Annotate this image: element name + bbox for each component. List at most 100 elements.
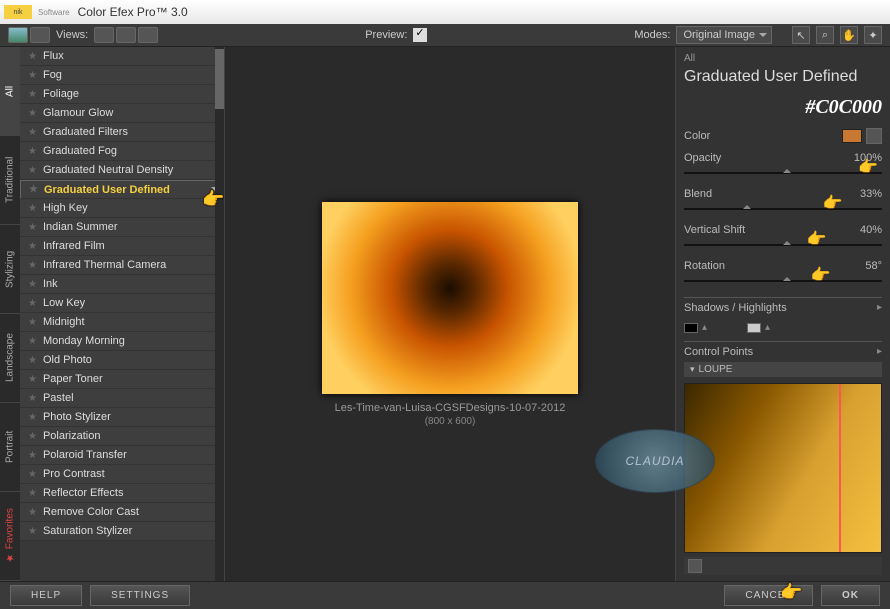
highlight-swatch[interactable] (747, 323, 761, 333)
loupe-pin-icon[interactable] (688, 559, 702, 573)
param-slider[interactable]: 👉 (684, 167, 882, 179)
filter-item[interactable]: ★Foliage (20, 85, 224, 104)
star-icon[interactable]: ★ (28, 355, 37, 366)
star-icon[interactable]: ★ (28, 393, 37, 404)
filter-item[interactable]: ★ Graduated Fog (20, 142, 224, 161)
filter-label: Infrared Film (43, 240, 105, 252)
filter-item[interactable]: ★ Midnight (20, 313, 224, 332)
filter-item[interactable]: ★ Remove Color Cast (20, 503, 224, 522)
category-tab-stylizing[interactable]: Stylizing (0, 225, 20, 314)
filter-item[interactable]: ★Pastel (20, 389, 224, 408)
filter-label: Remove Color Cast (43, 506, 139, 518)
filter-item[interactable]: ★Old Photo (20, 351, 224, 370)
filter-item[interactable]: ★Indian Summer (20, 218, 224, 237)
star-icon[interactable]: ★ (28, 450, 37, 461)
star-icon[interactable]: ★ (28, 279, 37, 290)
view-thumb-icon[interactable] (8, 27, 28, 43)
view-list-icon[interactable] (30, 27, 50, 43)
star-icon[interactable]: ★ (28, 507, 37, 518)
star-icon[interactable]: ★ (28, 203, 37, 214)
layout-side-icon[interactable] (138, 27, 158, 43)
star-icon[interactable]: ★ (28, 222, 37, 233)
filter-item[interactable]: ★Infrared Thermal Camera (20, 256, 224, 275)
filter-label: Ink (43, 278, 58, 290)
star-icon[interactable]: ★ (28, 260, 37, 271)
arrow-tool-icon[interactable]: ↖ (792, 26, 810, 44)
star-icon[interactable]: ★ (28, 51, 37, 62)
layout-split-icon[interactable] (116, 27, 136, 43)
filter-item[interactable]: ★ Infrared Film (20, 237, 224, 256)
filter-label: Polaroid Transfer (43, 449, 127, 461)
param-value: 40% (860, 224, 882, 236)
filter-item[interactable]: ★ Ink (20, 275, 224, 294)
filter-label: Flux (43, 50, 64, 62)
light-tool-icon[interactable]: ✦ (864, 26, 882, 44)
eyedropper-icon[interactable] (866, 128, 882, 144)
filter-label: Graduated Neutral Density (43, 164, 173, 176)
filter-scrollbar[interactable] (215, 47, 224, 581)
ok-button[interactable]: OK (821, 585, 880, 606)
category-tab-landscape[interactable]: Landscape (0, 314, 20, 403)
star-icon[interactable]: ★ (28, 488, 37, 499)
filter-item[interactable]: ★Pro Contrast (20, 465, 224, 484)
filter-item[interactable]: ★ Flux (20, 47, 224, 66)
filter-item[interactable]: ★Fog (20, 66, 224, 85)
shadow-swatch[interactable] (684, 323, 698, 333)
filter-label: Midnight (43, 316, 85, 328)
filter-label: Photo Stylizer (43, 411, 111, 423)
layout-single-icon[interactable] (94, 27, 114, 43)
filter-item[interactable]: ★Paper Toner (20, 370, 224, 389)
filter-item[interactable]: ★ Polaroid Transfer (20, 446, 224, 465)
star-icon[interactable]: ★ (28, 431, 37, 442)
pointer-slider-icon: 👉 (858, 161, 880, 177)
filter-label: Graduated Fog (43, 145, 117, 157)
expand-icon[interactable]: ▸ (877, 346, 882, 358)
filter-item[interactable]: ★ Reflector Effects (20, 484, 224, 503)
filter-label: Reflector Effects (43, 487, 124, 499)
pan-tool-icon[interactable]: ✋ (840, 26, 858, 44)
star-icon[interactable]: ★ (28, 241, 37, 252)
star-icon[interactable]: ★ (28, 469, 37, 480)
expand-icon[interactable]: ▸ (877, 302, 882, 314)
star-icon[interactable]: ★ (28, 374, 37, 385)
filter-label: High Key (43, 202, 88, 214)
param-slider[interactable]: 👉 (684, 239, 882, 251)
filter-item[interactable]: ★ High Key (20, 199, 224, 218)
shadows-label: Shadows / Highlights (684, 302, 787, 314)
pointer-slider-icon: 👉 (823, 197, 845, 213)
filter-item[interactable]: ★Saturation Stylizer (20, 522, 224, 541)
cancel-button[interactable]: CANCEL (724, 585, 813, 606)
category-tab-traditional[interactable]: Traditional (0, 136, 20, 225)
category-tab-favorites[interactable]: ★ Favorites (0, 492, 20, 581)
preview-checkbox[interactable] (413, 28, 427, 42)
category-tab-portrait[interactable]: Portrait (0, 403, 20, 492)
star-icon[interactable]: ★ (28, 336, 37, 347)
filter-item[interactable]: ★Low Key (20, 294, 224, 313)
star-icon[interactable]: ★ (28, 108, 37, 119)
filter-item[interactable]: ★Glamour Glow (20, 104, 224, 123)
param-slider[interactable]: 👉 (684, 203, 882, 215)
filter-item[interactable]: ★Polarization (20, 427, 224, 446)
filter-item[interactable]: ★Graduated User Defined (20, 180, 224, 199)
star-icon[interactable]: ★ (29, 184, 38, 195)
star-icon[interactable]: ★ (28, 127, 37, 138)
filter-item[interactable]: ★ Photo Stylizer (20, 408, 224, 427)
star-icon[interactable]: ★ (28, 317, 37, 328)
color-swatch[interactable] (842, 129, 862, 143)
filter-item[interactable]: ★ Graduated Neutral Density (20, 161, 224, 180)
star-icon[interactable]: ★ (28, 165, 37, 176)
filter-item[interactable]: ★Graduated Filters (20, 123, 224, 142)
star-icon[interactable]: ★ (28, 89, 37, 100)
param-slider[interactable]: 👉 (684, 275, 882, 287)
zoom-tool-icon[interactable]: ⌕ (816, 26, 834, 44)
category-tab-all[interactable]: All (0, 47, 20, 136)
star-icon[interactable]: ★ (28, 298, 37, 309)
star-icon[interactable]: ★ (28, 146, 37, 157)
star-icon[interactable]: ★ (28, 412, 37, 423)
help-button[interactable]: HELP (10, 585, 82, 606)
star-icon[interactable]: ★ (28, 70, 37, 81)
settings-button[interactable]: SETTINGS (90, 585, 190, 606)
mode-select[interactable]: Original Image (676, 26, 772, 44)
star-icon[interactable]: ★ (28, 526, 37, 537)
filter-item[interactable]: ★Monday Morning (20, 332, 224, 351)
